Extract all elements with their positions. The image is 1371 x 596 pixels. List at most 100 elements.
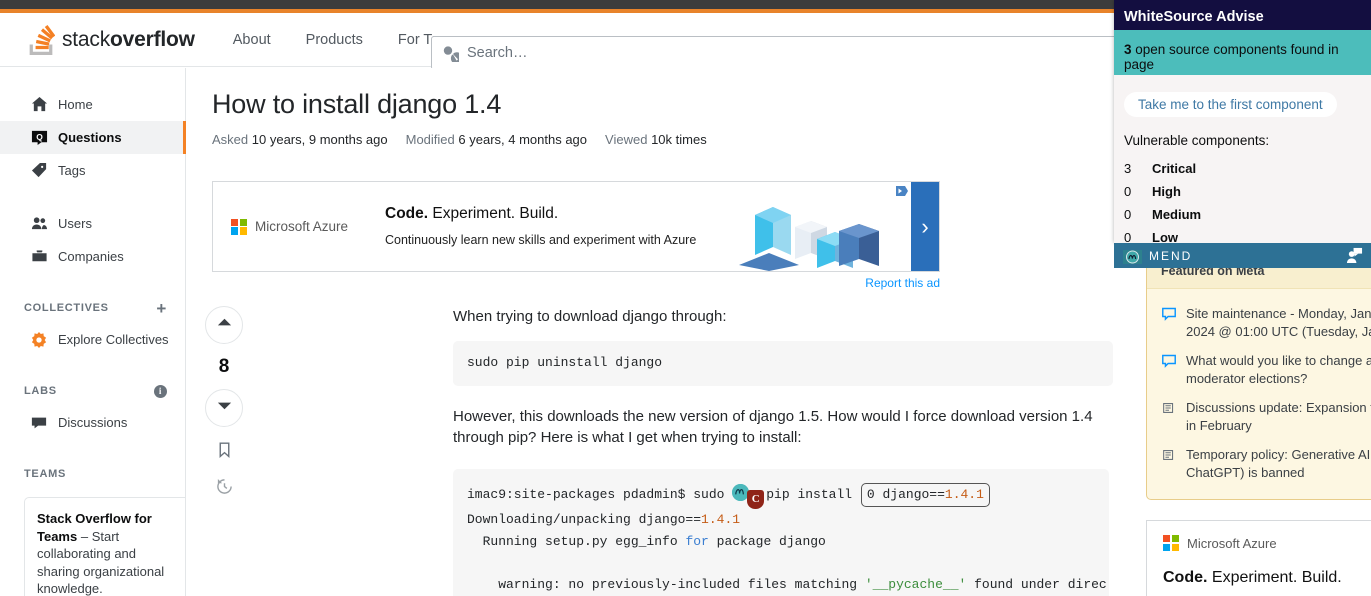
nav-link-about[interactable]: About xyxy=(221,23,283,57)
banner-ad-next-arrow[interactable]: › xyxy=(911,182,939,271)
sidebar-item-users[interactable]: Users xyxy=(0,207,185,240)
list-item[interactable]: Temporary policy: Generative AI (e.g., C… xyxy=(1159,440,1371,487)
question-bubble-icon: Q xyxy=(30,129,48,147)
teams-promo-card[interactable]: Stack Overflow for Teams – Start collabo… xyxy=(24,497,186,596)
meta-announce-icon xyxy=(1161,447,1177,463)
code2-line3-keyword: for xyxy=(685,534,708,549)
meta-viewed: Viewed 10k times xyxy=(605,132,707,147)
microsoft-logo-icon xyxy=(231,219,247,235)
search-placeholder: Search… xyxy=(467,45,527,61)
collectives-header-label: COLLECTIVES xyxy=(24,302,109,314)
support-person-icon[interactable] xyxy=(1346,247,1363,264)
banner-ad-heading: Code. Experiment. Build. xyxy=(385,205,696,223)
meta-modified-label: Modified xyxy=(406,132,455,147)
meta-asked: Asked 10 years, 9 months ago xyxy=(212,132,388,147)
bookmark-icon[interactable] xyxy=(216,441,233,464)
adchoices-icon[interactable] xyxy=(895,184,909,196)
sidebar-ad-heading-rest: Experiment. Build. xyxy=(1207,569,1341,586)
page-title: How to install django 1.4 xyxy=(212,89,501,120)
vote-up-button[interactable] xyxy=(205,306,243,344)
table-row: 0 High xyxy=(1114,180,1371,203)
nav-link-products[interactable]: Products xyxy=(294,23,375,57)
sidebar-item-discussions-label: Discussions xyxy=(58,415,127,430)
severity-count: 0 xyxy=(1114,207,1152,222)
banner-ad-heading-rest: Experiment. Build. xyxy=(428,205,558,222)
sidebar-item-home[interactable]: Home xyxy=(0,88,185,121)
severity-label: Low xyxy=(1152,230,1178,243)
left-sidebar: Home Q Questions Tags Users Compani xyxy=(0,68,186,596)
code-block-2: imac9:site-packages pdadmin$ sudo Cpip i… xyxy=(453,469,1109,596)
sidebar-item-discussions[interactable]: Discussions xyxy=(0,406,185,439)
vulnerability-chip[interactable]: 0 django==1.4.1 xyxy=(861,483,990,507)
report-ad-link[interactable]: Report this ad xyxy=(212,276,940,290)
code2-prompt: imac9:site-packages pdadmin$ sudo xyxy=(467,487,732,502)
vote-count: 8 xyxy=(219,356,230,378)
vote-controls: 8 xyxy=(200,306,248,500)
list-item-text: Temporary policy: Generative AI (e.g., C… xyxy=(1186,446,1371,481)
table-row: 0 Medium xyxy=(1114,203,1371,226)
search-icon xyxy=(441,44,459,62)
take-me-to-first-component-button[interactable]: Take me to the first component xyxy=(1124,92,1337,117)
sidebar-teams-header: TEAMS xyxy=(0,459,185,489)
chip-zero: 0 xyxy=(867,487,875,502)
list-item-text: What would you like to change about mode… xyxy=(1186,352,1371,387)
question-meta: Asked 10 years, 9 months ago Modified 6 … xyxy=(212,132,707,147)
banner-ad[interactable]: Microsoft Azure Code. Experiment. Build.… xyxy=(212,181,940,272)
stackoverflow-logo-icon xyxy=(27,25,55,55)
sidebar-ad-heading: Code. Experiment. Build. xyxy=(1163,569,1371,587)
vulnerability-severity-table: 3 Critical 0 High 0 Medium 0 Low xyxy=(1114,157,1371,243)
list-item[interactable]: Site maintenance - Monday, January 1, 20… xyxy=(1159,299,1371,346)
featured-on-meta-list: Site maintenance - Monday, January 1, 20… xyxy=(1147,289,1371,499)
sidebar-spacer-4 xyxy=(0,439,185,459)
list-item-text: Discussions update: Expansion to all tag… xyxy=(1186,399,1371,434)
sidebar-item-explore-collectives[interactable]: Explore Collectives xyxy=(0,323,185,356)
logo-text-bold: overflow xyxy=(110,28,195,51)
code2-line2a: Downloading/unpacking django== xyxy=(467,512,701,527)
microsoft-logo-icon xyxy=(1163,535,1179,551)
teams-header-label: TEAMS xyxy=(24,468,66,480)
sidebar-item-questions[interactable]: Q Questions xyxy=(0,121,185,154)
sidebar-ad-brand: Microsoft Azure xyxy=(1163,535,1371,551)
code2-after-badges: pip install xyxy=(766,487,860,502)
vulnerable-components-label: Vulnerable components: xyxy=(1124,133,1371,148)
info-icon[interactable]: i xyxy=(154,385,167,398)
svg-text:Q: Q xyxy=(36,132,43,142)
azure-cubes-graphic xyxy=(699,191,899,271)
arrow-down-icon xyxy=(216,397,233,419)
meta-bubble-icon xyxy=(1161,353,1177,369)
add-collective-plus-icon[interactable]: + xyxy=(156,300,167,317)
mend-brand-label: MEND xyxy=(1149,249,1192,263)
sidebar-spacer-2 xyxy=(0,273,185,293)
meta-asked-label: Asked xyxy=(212,132,248,147)
code-block-1: sudo pip uninstall django xyxy=(453,341,1113,386)
meta-announce-icon xyxy=(1161,400,1177,416)
sidebar-item-users-label: Users xyxy=(58,216,92,231)
severity-count: 0 xyxy=(1114,230,1152,243)
critical-severity-badge-icon[interactable]: C xyxy=(747,490,764,509)
meta-modified: Modified 6 years, 4 months ago xyxy=(406,132,587,147)
stackoverflow-logo[interactable]: stackoverflow xyxy=(27,25,195,55)
table-row: 0 Low xyxy=(1114,226,1371,243)
vote-down-button[interactable] xyxy=(205,389,243,427)
history-icon[interactable] xyxy=(216,478,233,500)
code2-line2b: 1.4.1 xyxy=(701,512,740,527)
sidebar-labs-header: LABS i xyxy=(0,376,185,406)
right-sidebar: Featured on Meta Site maintenance - Mond… xyxy=(1146,253,1371,500)
tag-icon xyxy=(30,162,48,180)
code2-line4-string: '__pycache__' xyxy=(865,577,966,592)
sidebar-item-questions-label: Questions xyxy=(58,130,122,145)
code2-line3a: Running setup.py egg_info xyxy=(467,534,685,549)
list-item[interactable]: Discussions update: Expansion to all tag… xyxy=(1159,393,1371,440)
meta-modified-value: 6 years, 4 months ago xyxy=(458,132,587,147)
banner-ad-inner: Microsoft Azure Code. Experiment. Build.… xyxy=(213,182,939,271)
discussion-icon xyxy=(30,414,48,432)
sidebar-item-tags[interactable]: Tags xyxy=(0,154,185,187)
severity-label: Medium xyxy=(1152,207,1201,222)
featured-on-meta-card: Featured on Meta Site maintenance - Mond… xyxy=(1146,253,1371,500)
sidebar-ad[interactable]: Microsoft Azure Code. Experiment. Build.… xyxy=(1146,520,1371,596)
mend-footer-bar[interactable]: MEND xyxy=(1114,243,1371,268)
sidebar-item-companies[interactable]: Companies xyxy=(0,240,185,273)
meta-viewed-label: Viewed xyxy=(605,132,647,147)
list-item-text: Site maintenance - Monday, January 1, 20… xyxy=(1186,305,1371,340)
list-item[interactable]: What would you like to change about mode… xyxy=(1159,346,1371,393)
